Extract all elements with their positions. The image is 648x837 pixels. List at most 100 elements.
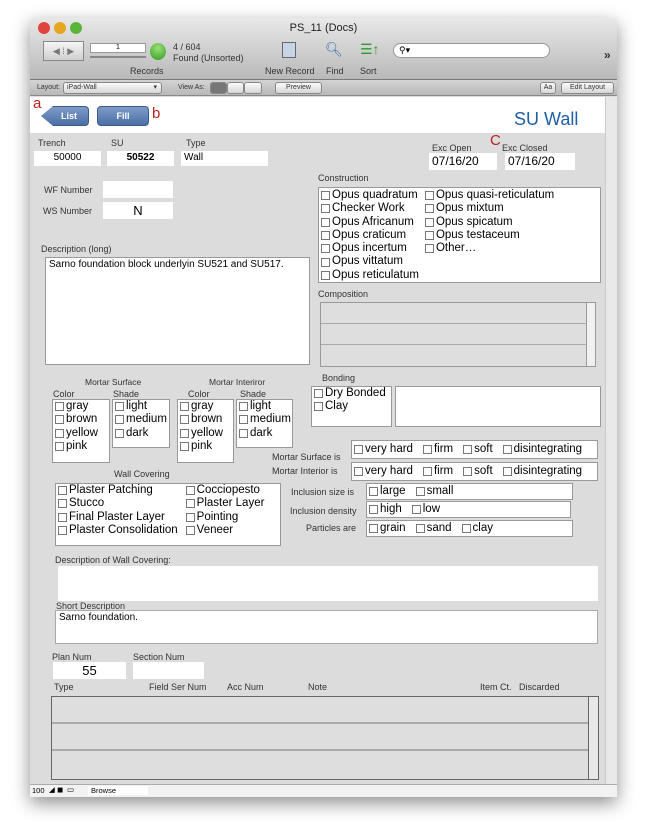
checkbox-icon[interactable] [463,467,473,477]
checkbox-hardness[interactable]: very hard [352,465,413,478]
checkbox-icon[interactable] [314,389,323,399]
checkbox-colors[interactable]: pink [53,440,109,453]
section-num-field[interactable] [133,662,204,679]
checkbox-construction-col2[interactable]: Opus spicatum [423,216,554,229]
checkbox-hardness[interactable]: disintegrating [501,443,582,456]
view-as-list-button[interactable] [227,82,244,94]
checkbox-construction-col1[interactable]: Opus quadratum [319,189,419,202]
checkbox-hardness[interactable]: firm [421,443,453,456]
checkbox-particles[interactable]: sand [414,522,452,535]
checkbox-icon[interactable] [321,204,330,214]
checkbox-icon[interactable] [422,445,432,455]
checkbox-inclusion-size[interactable]: large [367,485,406,498]
checkbox-icon[interactable] [180,442,189,452]
checkbox-icon[interactable] [58,512,67,522]
trench-field[interactable]: 50000 [34,151,101,166]
checkbox-icon[interactable] [185,526,195,536]
checkbox-icon[interactable] [369,505,378,515]
checkbox-hardness[interactable]: soft [461,465,493,478]
checkbox-icon[interactable] [354,467,363,477]
list-button[interactable]: List [41,106,89,126]
checkbox-icon[interactable] [321,217,330,227]
sort-button[interactable]: Sort [360,66,377,76]
new-record-icon[interactable] [282,42,296,58]
find-button[interactable]: Find [326,66,344,76]
checkbox-icon[interactable] [180,402,189,412]
composition-scrollbar[interactable] [586,303,595,366]
find-magnifier-icon[interactable]: 🔍︎ [325,41,343,58]
view-as-form-button[interactable] [210,82,227,94]
checkbox-icon[interactable] [185,486,195,496]
checkbox-icon[interactable] [239,402,248,412]
checkbox-icon[interactable] [115,428,124,438]
checkbox-icon[interactable] [239,415,248,425]
checkbox-icon[interactable] [115,415,124,425]
checkbox-colors[interactable]: gray [53,400,109,413]
view-as-table-button[interactable] [244,82,262,94]
checkbox-icon[interactable] [424,217,434,227]
checkbox-colors[interactable]: gray [178,400,233,413]
checkbox-construction-col2[interactable]: Opus mixtum [423,202,554,215]
text-format-button[interactable]: Aa [540,82,556,94]
checkbox-icon[interactable] [415,524,425,534]
checkbox-icon[interactable] [185,512,195,522]
checkbox-construction-col2[interactable]: Opus testaceum [423,229,554,242]
checkbox-construction-col1[interactable]: Opus vittatum [319,255,419,268]
checkbox-wall-covering-col1[interactable]: Plaster Consolidation [56,524,178,537]
checkbox-icon[interactable] [415,487,425,497]
checkbox-hardness[interactable]: disintegrating [501,465,582,478]
checkbox-icon[interactable] [55,402,64,412]
vertical-scrollbar[interactable] [605,97,617,784]
checkbox-construction-col1[interactable]: Opus reticulatum [319,269,419,282]
checkbox-icon[interactable] [180,428,189,438]
checkbox-icon[interactable] [321,244,330,254]
checkbox-icon[interactable] [369,524,378,534]
checkbox-shades[interactable]: dark [113,427,169,440]
portal-row[interactable] [52,697,598,724]
composition-row[interactable] [321,324,595,345]
checkbox-inclusion-density[interactable]: high [367,503,402,516]
checkbox-icon[interactable] [424,191,434,201]
checkbox-icon[interactable] [58,486,67,496]
checkbox-icon[interactable] [502,467,512,477]
layout-select[interactable]: iPad-Wall ▾ [63,82,162,94]
checkbox-icon[interactable] [58,526,67,536]
checkbox-icon[interactable] [321,191,330,201]
checkbox-shades[interactable]: light [237,400,292,413]
checkbox-inclusion-density[interactable]: low [410,503,440,516]
checkbox-bonding[interactable]: Clay [312,400,391,413]
checkbox-icon[interactable] [422,467,432,477]
checkbox-colors[interactable]: brown [53,413,109,426]
related-items-portal[interactable] [51,696,599,780]
checkbox-colors[interactable]: brown [178,413,233,426]
short-description-field[interactable]: Sarno foundation. [55,610,598,644]
record-number-input[interactable]: 1 [90,43,146,53]
zoom-in-icon[interactable]: ◼ [57,785,63,794]
checkbox-icon[interactable] [424,244,434,254]
checkbox-wall-covering-col2[interactable]: Plaster Layer [184,497,264,510]
plan-num-field[interactable]: 55 [53,662,126,679]
su-field[interactable]: 50522 [107,151,174,166]
exc-open-field[interactable]: 07/16/20 [429,153,497,170]
edit-layout-button[interactable]: Edit Layout [561,82,614,94]
checkbox-colors[interactable]: yellow [178,427,233,440]
checkbox-icon[interactable] [424,204,434,214]
checkbox-wall-covering-col2[interactable]: Cocciopesto [184,484,265,497]
checkbox-icon[interactable] [461,524,471,534]
zoom-out-icon[interactable]: ◢ [49,785,55,794]
checkbox-icon[interactable] [115,402,124,412]
checkbox-construction-col1[interactable]: Opus Africanum [319,216,419,229]
checkbox-construction-col1[interactable]: Opus craticum [319,229,419,242]
preview-button[interactable]: Preview [275,82,322,94]
checkbox-colors[interactable]: yellow [53,427,109,440]
checkbox-shades[interactable]: medium [237,413,292,426]
checkbox-wall-covering-col1[interactable]: Plaster Patching [56,484,178,497]
record-navigation-book-icon[interactable]: ◀ ⁞ ▶ [43,41,84,61]
toggle-toolbar-icon[interactable]: ▭ [67,785,74,794]
checkbox-icon[interactable] [55,442,64,452]
checkbox-colors[interactable]: pink [178,440,233,453]
checkbox-icon[interactable] [502,445,512,455]
checkbox-wall-covering-col2[interactable]: Pointing [184,511,265,524]
fill-button[interactable]: Fill [97,106,149,126]
checkbox-icon[interactable] [180,415,189,425]
